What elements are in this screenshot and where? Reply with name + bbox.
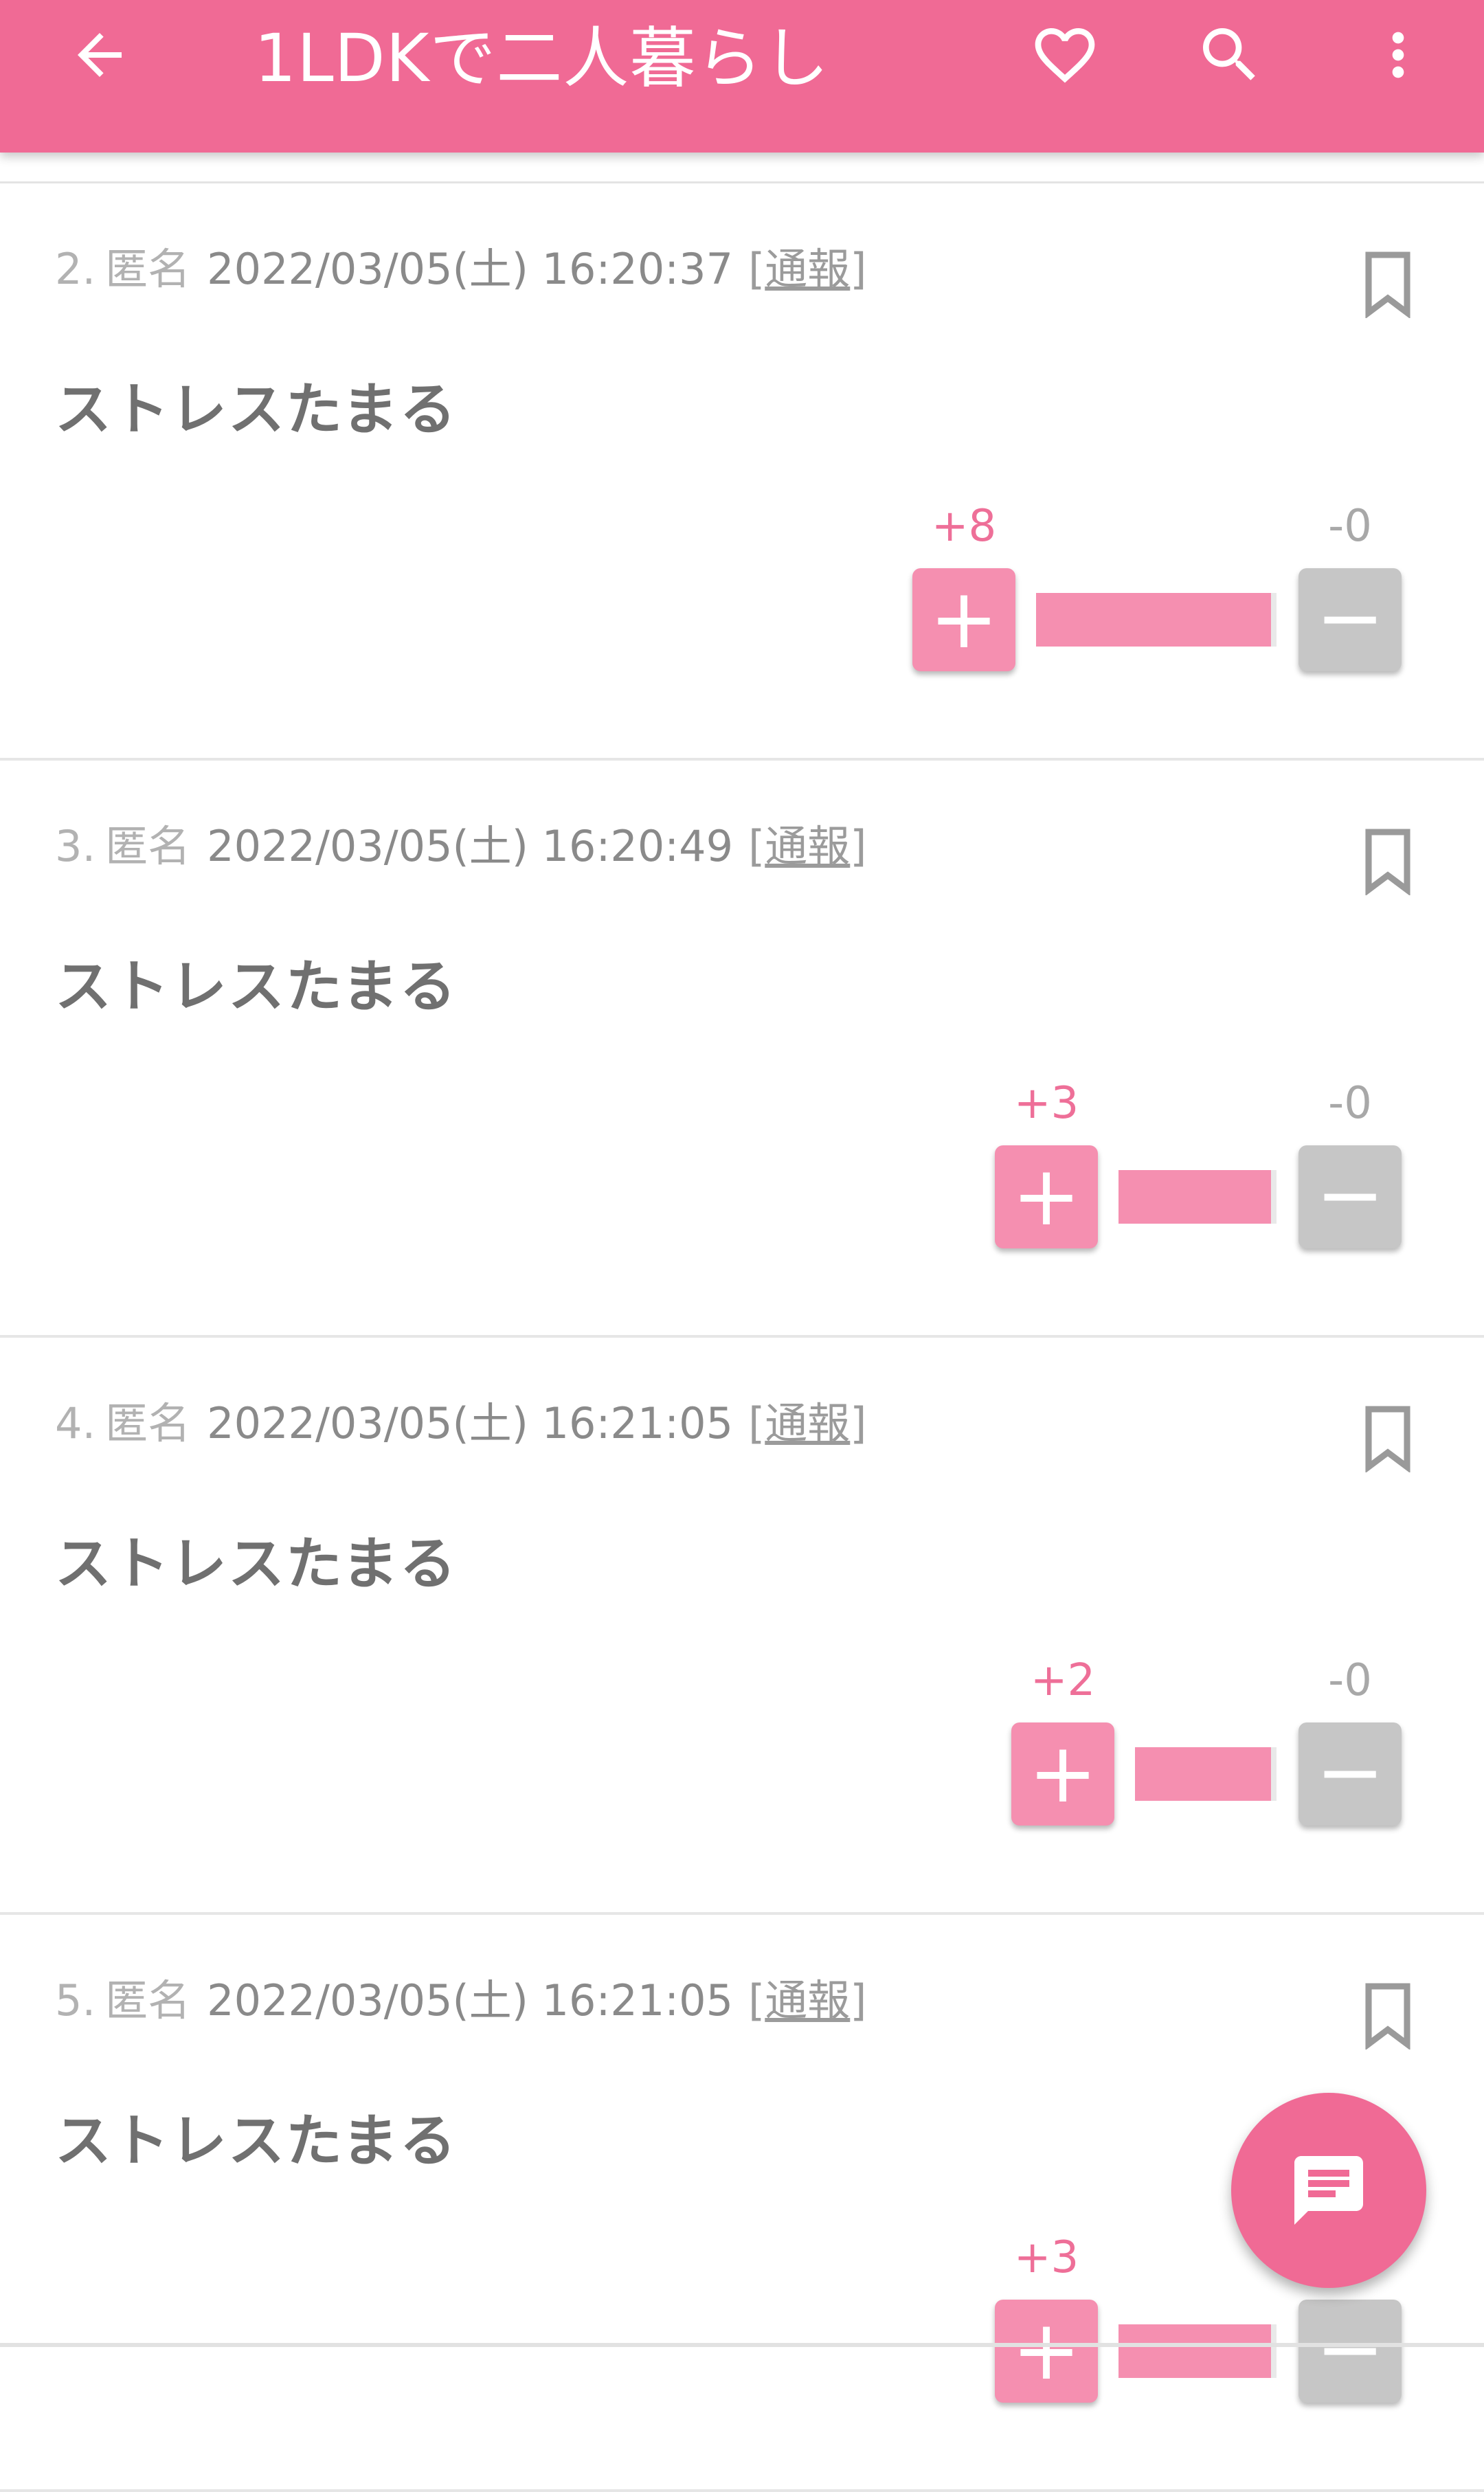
app-bar: 1LDKで二人暮らし	[0, 0, 1484, 153]
comment-author: 匿名	[105, 821, 191, 871]
report-link[interactable]: [通報]	[748, 1975, 866, 2025]
search-icon	[1203, 28, 1255, 80]
heart-outline-icon	[1035, 28, 1095, 83]
vote-ratio-minus-segment	[1271, 2324, 1277, 2378]
report-bracket-open: [	[748, 244, 765, 294]
minus-vote-count: -0	[1328, 501, 1372, 552]
plus-vote-count: +3	[1013, 1078, 1079, 1129]
comment-datetime: 2022/03/05(土) 16:21:05	[207, 1398, 734, 1448]
plus-vote-button[interactable]: +	[995, 1145, 1098, 1248]
minus-vote-count: -0	[1328, 1655, 1372, 1706]
report-label: 通報	[765, 821, 851, 871]
comment-meta: 3. 匿名 2022/03/05(土) 16:20:49 [通報]	[55, 816, 866, 877]
search-button[interactable]	[1182, 0, 1278, 110]
report-bracket-open: [	[748, 1398, 765, 1448]
back-button[interactable]	[48, 0, 151, 110]
report-bracket-close: ]	[850, 1398, 867, 1448]
bookmark-icon[interactable]	[1359, 1981, 1417, 2050]
report-bracket-close: ]	[850, 1975, 867, 2025]
report-link[interactable]: [通報]	[748, 1398, 866, 1448]
plus-vote-button[interactable]: +	[912, 568, 1015, 671]
comment-body: ストレスたまる	[55, 377, 458, 442]
report-bracket-close: ]	[850, 244, 867, 294]
comment-datetime: 2022/03/05(土) 16:20:49	[207, 821, 734, 871]
divider	[0, 2343, 1484, 2347]
plus-vote-count: +2	[1030, 1655, 1096, 1706]
bookmark-icon[interactable]	[1359, 827, 1417, 895]
arrow-left-icon	[78, 33, 122, 77]
report-label: 通報	[765, 244, 851, 294]
minus-vote-button[interactable]: −	[1298, 1722, 1402, 1826]
report-link[interactable]: [通報]	[748, 244, 866, 294]
minus-vote-count: -0	[1328, 1078, 1372, 1129]
report-label: 通報	[765, 1398, 851, 1448]
comment-item: 4. 匿名 2022/03/05(土) 16:21:05 [通報] ストレスたまる +…	[0, 1338, 1484, 1915]
report-bracket-open: [	[748, 1975, 765, 2025]
comment-item: 2. 匿名 2022/03/05(土) 16:20:37 [通報] ストレスたまる +…	[0, 183, 1484, 761]
comment-meta: 2. 匿名 2022/03/05(土) 16:20:37 [通報]	[55, 238, 866, 300]
vote-ratio-minus-segment	[1271, 1170, 1277, 1224]
comment-number: 5.	[55, 1975, 96, 2025]
plus-vote-button[interactable]: +	[995, 2300, 1098, 2403]
bookmark-icon[interactable]	[1359, 1404, 1417, 1472]
vote-ratio-minus-segment	[1271, 1747, 1277, 1801]
favorite-button[interactable]	[1017, 0, 1113, 110]
more-options-button[interactable]	[1353, 0, 1443, 110]
minus-vote-button[interactable]: −	[1298, 1145, 1402, 1248]
comment-icon	[1294, 2156, 1363, 2225]
comment-body: ストレスたまる	[55, 954, 458, 1020]
comment-author: 匿名	[105, 1398, 191, 1448]
minus-vote-button[interactable]: −	[1298, 568, 1402, 671]
vote-ratio-minus-segment	[1271, 593, 1277, 647]
report-bracket-open: [	[748, 821, 765, 871]
comment-meta: 5. 匿名 2022/03/05(土) 16:21:05 [通報]	[55, 1970, 866, 2032]
plus-vote-button[interactable]: +	[1011, 1722, 1114, 1826]
plus-vote-count: +3	[1013, 2232, 1079, 2283]
vote-ratio-bar	[1135, 1747, 1271, 1801]
comment-body: ストレスたまる	[55, 2109, 458, 2174]
new-comment-button[interactable]	[1231, 2093, 1426, 2288]
report-label: 通報	[765, 1975, 851, 2025]
comment-body: ストレスたまる	[55, 1531, 458, 1597]
vote-ratio-bar	[1118, 1170, 1271, 1224]
comment-datetime: 2022/03/05(土) 16:21:05	[207, 1975, 734, 2025]
more-vertical-icon	[1392, 32, 1404, 78]
comment-meta: 4. 匿名 2022/03/05(土) 16:21:05 [通報]	[55, 1393, 866, 1455]
minus-vote-button[interactable]: −	[1298, 2300, 1402, 2403]
comment-author: 匿名	[105, 1975, 191, 2025]
vote-ratio-bar	[1118, 2324, 1271, 2378]
plus-vote-count: +8	[931, 501, 997, 552]
comment-number: 4.	[55, 1398, 96, 1448]
page-title: 1LDKで二人暮らし	[254, 20, 830, 97]
comment-number: 2.	[55, 244, 96, 294]
comment-author: 匿名	[105, 244, 191, 294]
report-link[interactable]: [通報]	[748, 821, 866, 871]
comment-item: 3. 匿名 2022/03/05(土) 16:20:49 [通報] ストレスたまる +…	[0, 761, 1484, 1338]
comment-datetime: 2022/03/05(土) 16:20:37	[207, 244, 734, 294]
comment-number: 3.	[55, 821, 96, 871]
bookmark-icon[interactable]	[1359, 249, 1417, 318]
vote-ratio-bar	[1036, 593, 1271, 647]
report-bracket-close: ]	[850, 821, 867, 871]
